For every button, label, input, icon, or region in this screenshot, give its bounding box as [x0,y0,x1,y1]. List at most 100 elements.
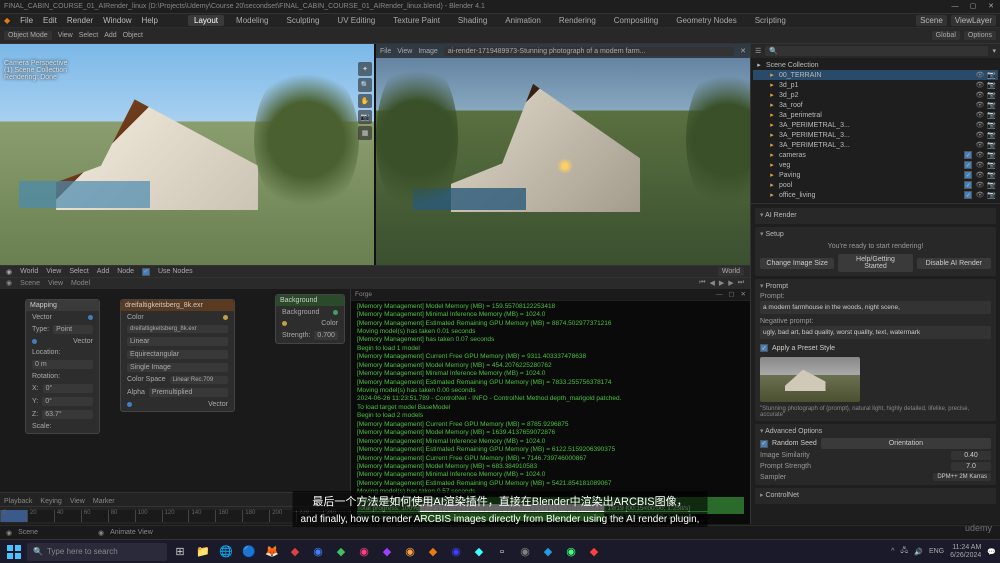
prompt-section-title[interactable]: Prompt [760,282,991,290]
editor-icon2[interactable]: ◉ [98,529,104,537]
firefox-icon[interactable]: 🦊 [262,542,282,562]
tab-modeling[interactable]: Modeling [230,15,274,26]
sb-node[interactable]: Node [117,268,134,275]
tab-layout[interactable]: Layout [188,15,224,26]
render-icon[interactable]: 📷 [987,171,996,179]
sampler-select[interactable]: DPM++ 2M Karras [933,473,991,481]
editor-type2-icon[interactable]: ◉ [6,279,12,287]
render-icon[interactable]: 📷 [987,71,996,79]
tl-view[interactable]: View [70,498,85,505]
zoom-icon[interactable]: 🔍 [358,78,372,92]
sb-add[interactable]: Add [97,268,109,275]
checkbox-icon[interactable]: ✓ [964,191,972,199]
ie-view[interactable]: View [397,48,412,55]
app-icon[interactable]: ◆ [285,542,305,562]
app-icon[interactable]: ▫ [492,542,512,562]
socket-icon[interactable] [32,339,37,344]
outliner-item[interactable]: ▸3a_roof👁📷 [753,100,998,110]
node-env-texture[interactable]: dreifaltigkeitsberg_8k.exr Color dreifal… [120,299,235,412]
close-button[interactable]: ✕ [986,2,996,12]
disable-button[interactable]: Disable AI Render [917,258,991,269]
app-icon[interactable]: ◉ [354,542,374,562]
render-icon[interactable]: 📷 [987,141,996,149]
checkbox-icon[interactable]: ✓ [964,181,972,189]
viewport-image[interactable]: File View Image ai-render-1719489973-Stu… [376,44,750,265]
advanced-title[interactable]: Advanced Options [760,427,991,435]
use-nodes-check[interactable]: ✓ [142,268,150,276]
render-icon[interactable]: 📷 [987,131,996,139]
outliner-item[interactable]: ▸veg✓👁📷 [753,160,998,170]
render-icon[interactable]: 📷 [987,111,996,119]
eye-icon[interactable]: 👁 [975,111,984,119]
outliner-root[interactable]: ▸ Scene Collection [753,60,998,70]
checkbox-icon[interactable]: ✓ [964,171,972,179]
outliner-item[interactable]: ▸office_living✓👁📷 [753,190,998,200]
app-icon[interactable]: ◆ [584,542,604,562]
app-icon[interactable]: ◉ [561,542,581,562]
similarity-field[interactable]: 0.40 [951,451,991,460]
tl-playback[interactable]: Playback [4,498,32,505]
rewind-icon[interactable]: ⏮ [699,279,705,287]
app-icon[interactable]: ◆ [331,542,351,562]
app-icon[interactable]: ◆ [377,542,397,562]
preset-checkbox[interactable]: ✓ [760,344,768,352]
ortho-icon[interactable]: ▦ [358,126,372,140]
viewlayer-selector[interactable]: ViewLayer [951,15,996,26]
notification-icon[interactable]: 💬 [987,548,996,556]
outliner-item[interactable]: ▸3d_p2👁📷 [753,90,998,100]
menu-edit[interactable]: Edit [43,16,57,25]
app-icon[interactable]: ◉ [446,542,466,562]
system-tray[interactable]: ^ 🖧 🔊 ENG 11:24 AM 6/26/2024 💬 [891,544,996,559]
eye-icon[interactable]: 👁 [975,181,984,189]
render-icon[interactable]: 📷 [987,81,996,89]
render-icon[interactable]: 📷 [987,121,996,129]
outliner-item[interactable]: ▸pool✓👁📷 [753,180,998,190]
checkbox-icon[interactable]: ✓ [964,151,972,159]
close-icon[interactable]: ✕ [740,47,746,55]
chrome-icon[interactable]: 🔵 [239,542,259,562]
lang-indicator[interactable]: ENG [929,548,944,555]
tb-global[interactable]: Global [932,31,960,40]
render-icon[interactable]: 📷 [987,101,996,109]
tl-keying[interactable]: Keying [40,498,61,505]
sb2-model[interactable]: Model [71,280,90,287]
start-button[interactable] [4,542,24,562]
eye-icon[interactable]: 👁 [975,121,984,129]
eye-icon[interactable]: 👁 [975,171,984,179]
tab-shading[interactable]: Shading [452,15,493,26]
tl-marker[interactable]: Marker [93,498,115,505]
change-size-button[interactable]: Change Image Size [760,258,834,269]
orientation-button[interactable]: Orientation [821,438,991,449]
ie-image[interactable]: Image [418,48,437,55]
checkbox-icon[interactable]: ✓ [964,161,972,169]
render-icon[interactable]: 📷 [987,91,996,99]
tab-anim[interactable]: Animation [499,15,547,26]
outliner-item[interactable]: ▸3A_PERIMETRAL_3...👁📷 [753,120,998,130]
world-selector[interactable]: World [718,267,744,276]
clock[interactable]: 11:24 AM 6/26/2024 [950,544,981,559]
eye-icon[interactable]: 👁 [975,161,984,169]
outliner-item[interactable]: ▸3a_perimetral👁📷 [753,110,998,120]
controlnet-title[interactable]: ControlNet [760,491,991,499]
console-min-icon[interactable]: — [716,291,723,298]
setup-title[interactable]: Setup [760,230,991,238]
gizmo-icon[interactable]: ✦ [358,62,372,76]
viewport-3d[interactable]: Camera Perspective (1) Scene Collection … [0,44,374,265]
neg-prompt-input[interactable]: ugly, bad art, bad quality, worst qualit… [760,326,991,339]
tab-texpaint[interactable]: Texture Paint [387,15,446,26]
tb-select[interactable]: Select [79,32,98,39]
app-icon[interactable]: ◉ [515,542,535,562]
sb-world[interactable]: World [20,268,38,275]
socket-icon[interactable] [127,402,132,407]
play-icon[interactable]: ▶ [719,279,724,287]
tab-geonodes[interactable]: Geometry Nodes [670,15,742,26]
app-icon[interactable]: ◉ [308,542,328,562]
tb-options[interactable]: Options [964,31,996,40]
eye-icon[interactable]: 👁 [975,151,984,159]
sb-view[interactable]: View [46,268,61,275]
tab-rendering[interactable]: Rendering [553,15,602,26]
socket-icon[interactable] [223,315,228,320]
eye-icon[interactable]: 👁 [975,71,984,79]
eye-icon[interactable]: 👁 [975,101,984,109]
help-button[interactable]: Help/Getting Started [838,254,912,272]
